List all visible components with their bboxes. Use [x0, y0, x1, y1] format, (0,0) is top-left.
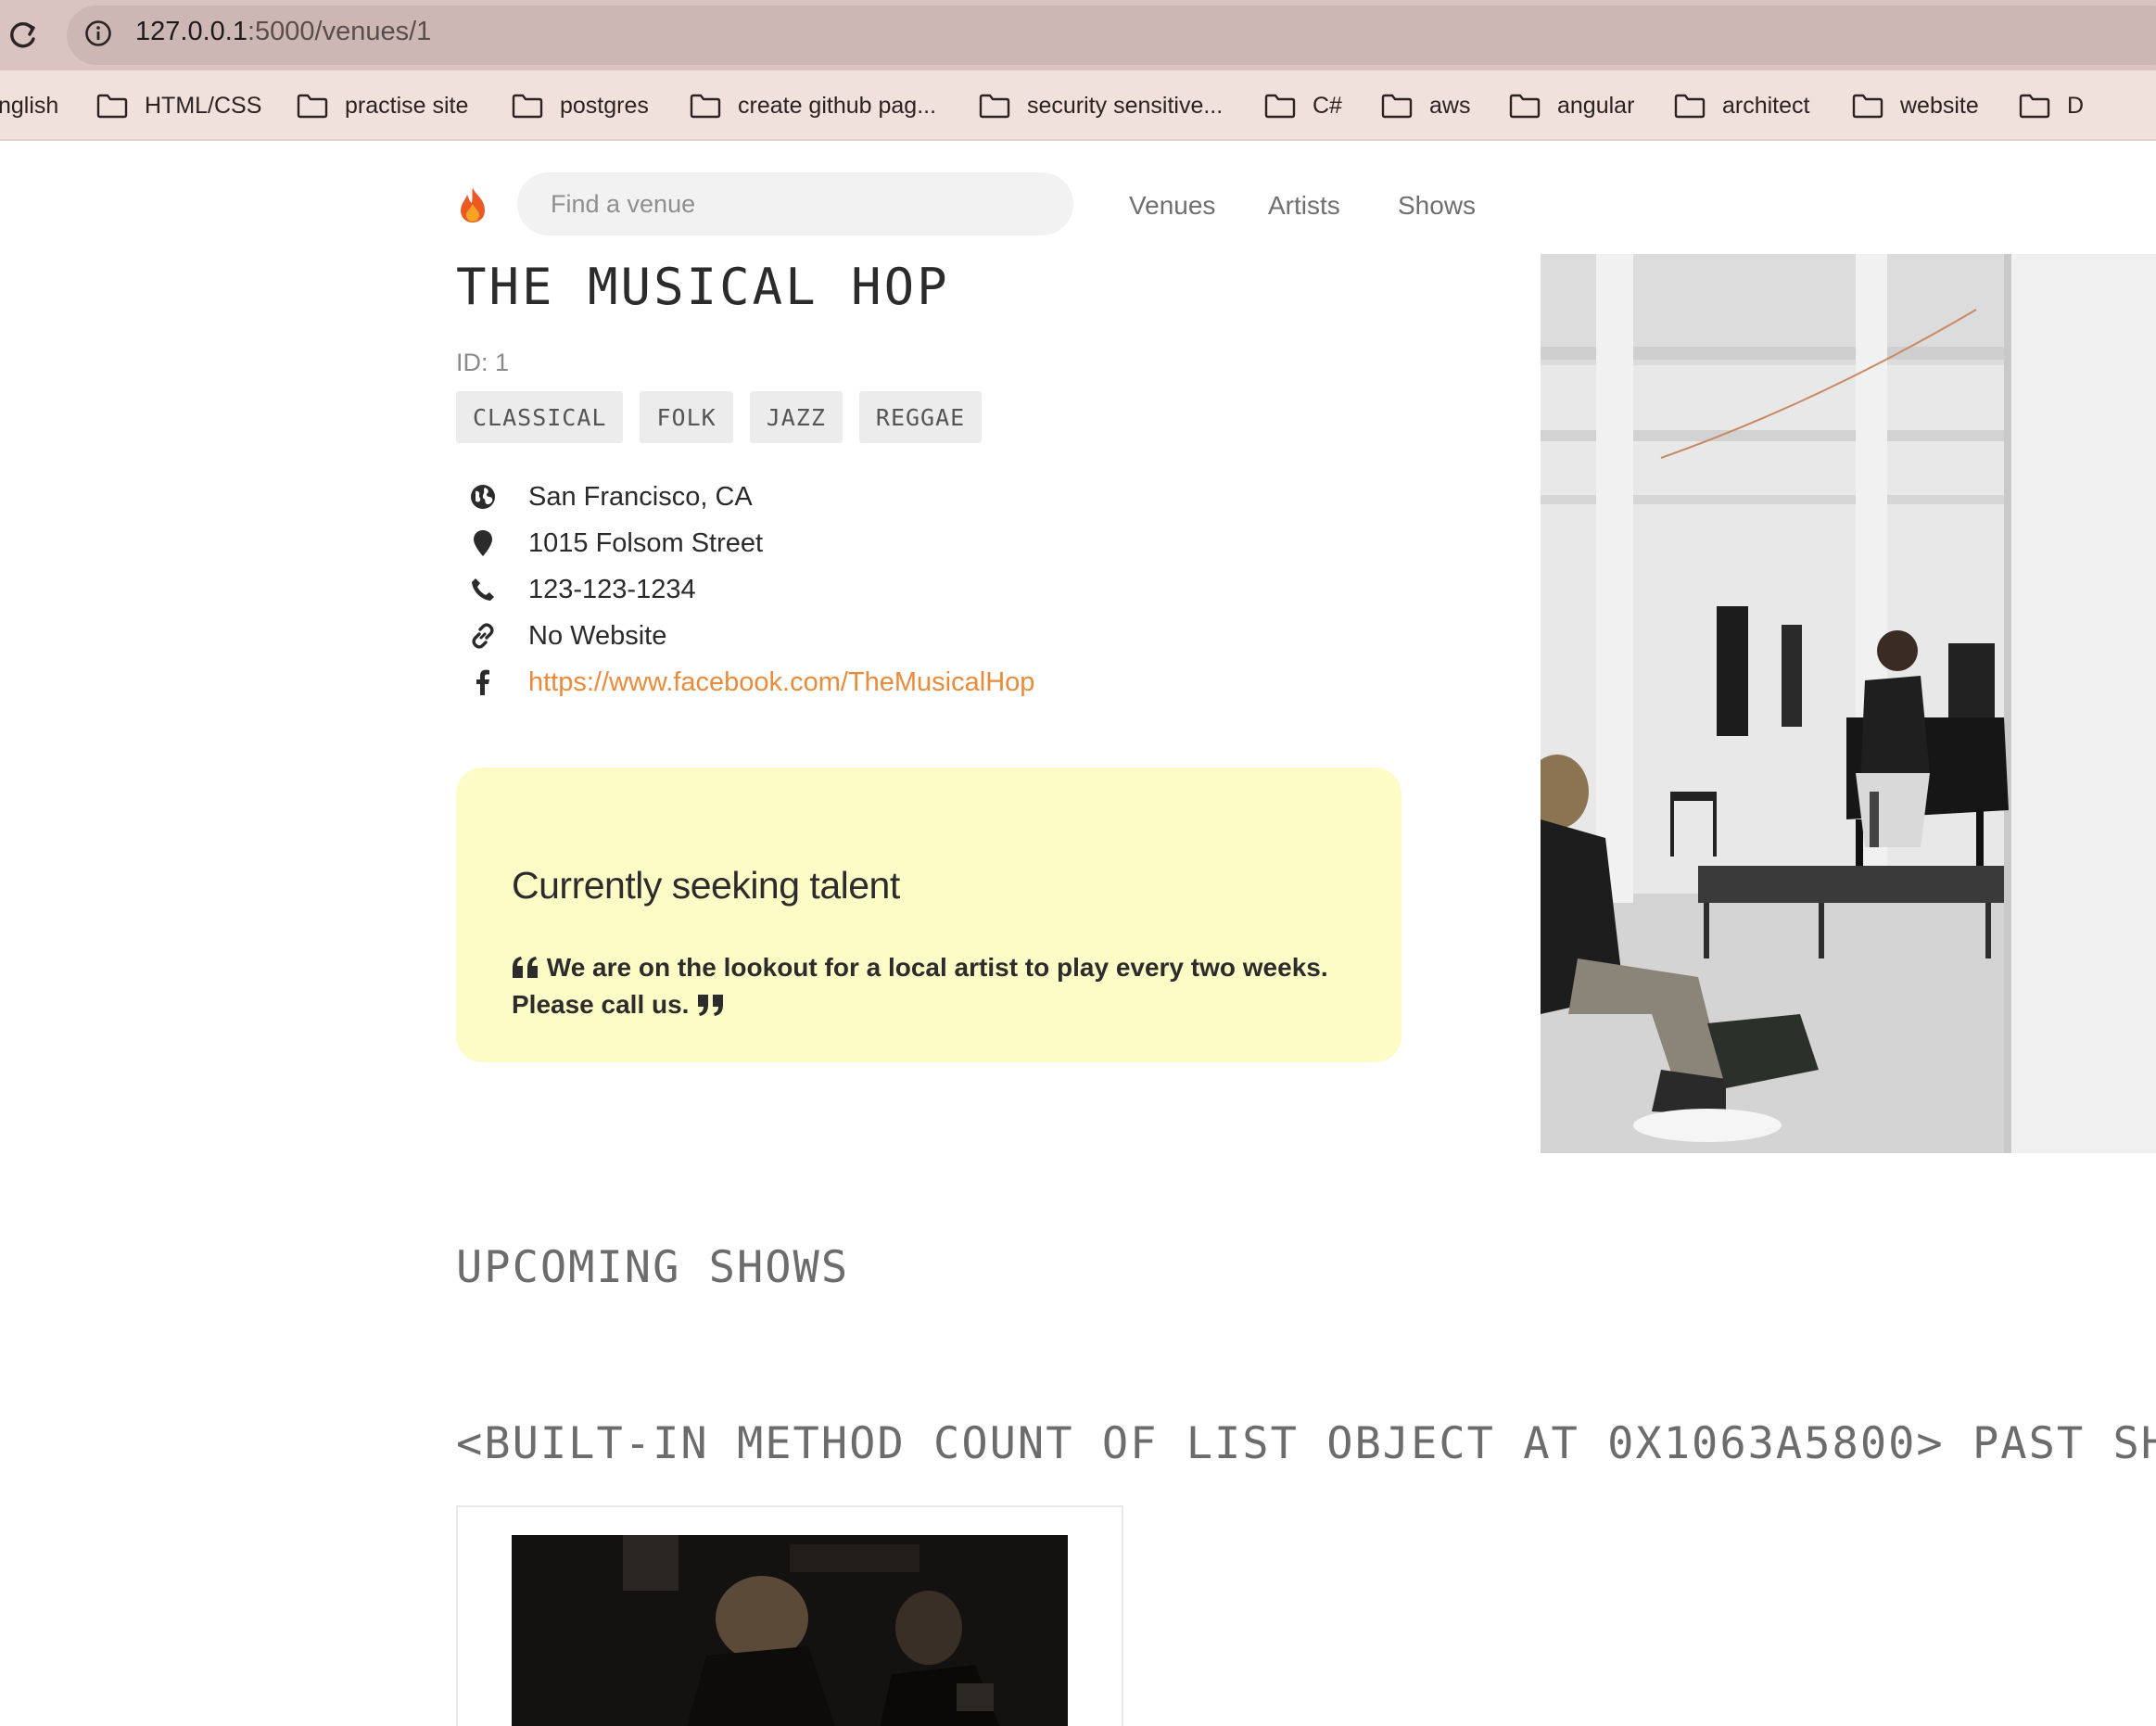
seeking-description-text: We are on the lookout for a local artist… — [512, 953, 1328, 1019]
venue-phone-text: 123-123-1234 — [528, 574, 696, 604]
nav-artists[interactable]: Artists — [1268, 191, 1340, 221]
bookmark-folder[interactable]: create github pag... — [690, 70, 936, 141]
seeking-title: Currently seeking talent — [512, 864, 900, 907]
bookmark-folder[interactable]: angular — [1509, 70, 1634, 141]
folder-icon — [690, 94, 721, 119]
upcoming-shows-heading: UPCOMING SHOWS — [456, 1242, 850, 1293]
folder-icon — [297, 94, 328, 119]
bookmark-label: HTML/CSS — [145, 92, 262, 119]
venue-address: 1015 Folsom Street — [469, 525, 763, 562]
bookmark-label: architect — [1722, 92, 1810, 119]
genre-tag: FOLK — [640, 391, 733, 443]
bookmark-label: C# — [1313, 92, 1342, 119]
bookmark-label: practise site — [345, 92, 469, 119]
bookmark-folder[interactable]: C# — [1264, 70, 1342, 141]
genre-tag: JAZZ — [749, 391, 843, 443]
folder-icon — [96, 94, 128, 119]
seeking-description: We are on the lookout for a local artist… — [512, 949, 1383, 1023]
folder-icon — [512, 94, 543, 119]
nav-shows[interactable]: Shows — [1398, 191, 1476, 221]
globe-icon — [469, 483, 497, 511]
show-artist-image — [512, 1535, 1068, 1726]
folder-icon — [2019, 94, 2050, 119]
folder-icon — [1674, 94, 1706, 119]
reload-icon[interactable] — [4, 17, 41, 54]
link-icon — [469, 622, 497, 650]
folder-icon — [1509, 94, 1541, 119]
bookmark-folder[interactable]: security sensitive... — [979, 70, 1223, 141]
nav-venues[interactable]: Venues — [1129, 191, 1215, 221]
bookmark-folder[interactable]: website — [1852, 70, 1979, 141]
venue-search-input[interactable] — [517, 172, 1073, 235]
venue-website-text: No Website — [528, 620, 667, 651]
bookmark-label: create github pag... — [738, 92, 937, 119]
bookmark-folder[interactable]: HTML/CSS — [96, 70, 261, 141]
venue-city-text: San Francisco, CA — [528, 481, 753, 512]
bookmark-folder[interactable]: D — [2019, 70, 2084, 141]
bookmark-label: security sensitive... — [1027, 92, 1224, 119]
bookmark-item[interactable]: nglish — [0, 70, 58, 141]
quote-right-icon — [698, 995, 724, 1016]
url-text[interactable]: 127.0.0.1:5000/venues/1 — [135, 17, 431, 47]
bookmark-label: angular — [1557, 92, 1635, 119]
bookmark-folder[interactable]: postgres — [512, 70, 649, 141]
bookmark-label: website — [1900, 92, 1979, 119]
folder-icon — [979, 94, 1010, 119]
venue-city: San Francisco, CA — [469, 478, 753, 515]
genre-tag: CLASSICAL — [456, 391, 624, 443]
url-host: 127.0.0.1 — [135, 17, 247, 46]
genre-tag: REGGAE — [858, 391, 983, 443]
quote-left-icon — [513, 957, 538, 978]
bookmark-label: nglish — [0, 92, 59, 119]
venue-address-text: 1015 Folsom Street — [528, 527, 764, 558]
venue-phone: 123-123-1234 — [469, 571, 696, 608]
bookmark-folder[interactable]: aws — [1381, 70, 1470, 141]
folder-icon — [1852, 94, 1883, 119]
venue-image — [1541, 254, 2156, 1153]
bookmark-folder[interactable]: practise site — [297, 70, 468, 141]
bookmark-label: postgres — [560, 92, 649, 119]
show-card[interactable] — [456, 1505, 1123, 1726]
venue-title: THE MUSICAL HOP — [456, 258, 950, 316]
venue-id: ID: 1 — [456, 349, 510, 376]
url-path: :5000/venues/1 — [247, 17, 432, 46]
bookmark-folder[interactable]: architect — [1674, 70, 1809, 141]
phone-icon — [469, 576, 497, 603]
browser-toolbar: 127.0.0.1:5000/venues/1 — [0, 0, 2156, 70]
facebook-icon — [469, 668, 497, 696]
venue-facebook: https://www.facebook.com/TheMusicalHop — [469, 664, 1034, 701]
folder-icon — [1264, 94, 1296, 119]
facebook-link[interactable]: https://www.facebook.com/TheMusicalHop — [528, 667, 1034, 698]
folder-icon — [1381, 94, 1413, 119]
genre-list: CLASSICAL FOLK JAZZ REGGAE — [456, 391, 983, 443]
map-marker-icon — [469, 529, 497, 557]
past-shows-heading: <BUILT-IN METHOD COUNT OF LIST OBJECT AT… — [456, 1418, 2156, 1469]
bookmarks-bar: nglish HTML/CSS practise site postgres c… — [0, 70, 2156, 141]
info-icon[interactable] — [83, 19, 113, 48]
bookmark-label: D — [2067, 92, 2085, 119]
flame-icon[interactable] — [456, 185, 489, 224]
venue-website: No Website — [469, 617, 666, 654]
seeking-talent-panel: Currently seeking talent We are on the l… — [456, 768, 1401, 1062]
bookmark-label: aws — [1429, 92, 1471, 119]
